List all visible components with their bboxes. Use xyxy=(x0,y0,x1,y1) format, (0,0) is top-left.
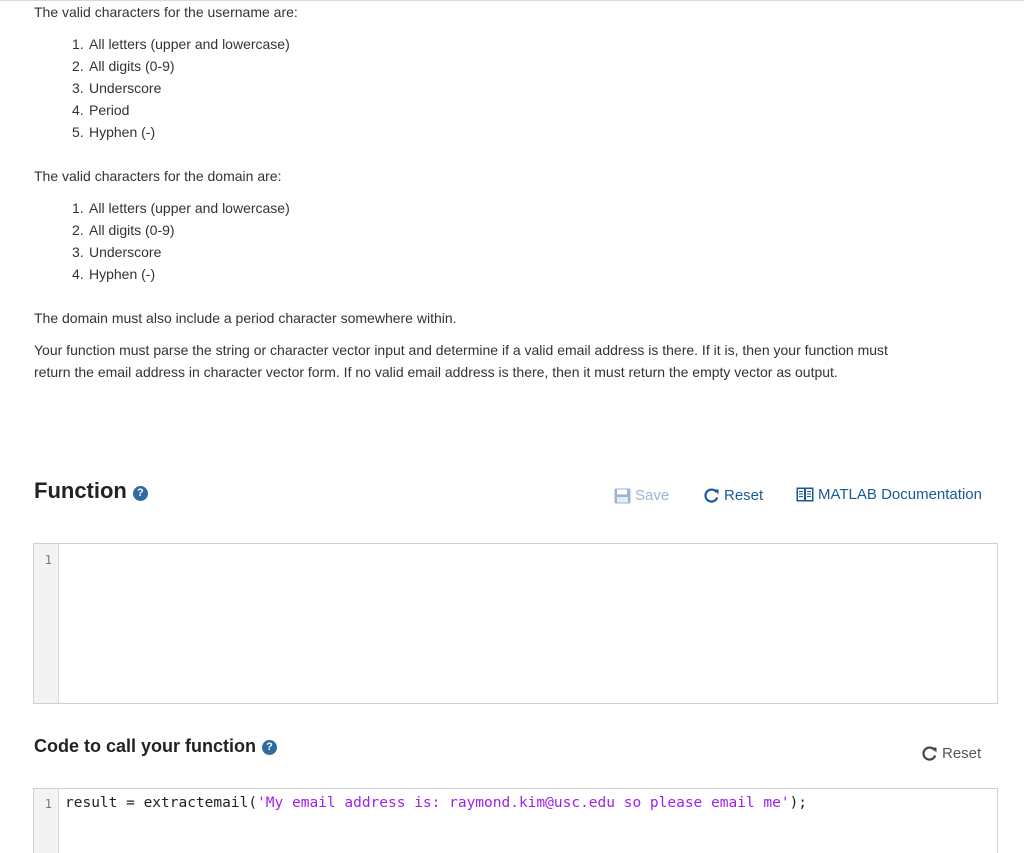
save-button[interactable]: Save xyxy=(614,487,669,504)
list-item: 3. Underscore xyxy=(72,80,162,96)
code-token: ); xyxy=(789,795,808,811)
editor-gutter: 1 xyxy=(34,789,59,853)
list-item: 3. Underscore xyxy=(72,244,162,260)
line-number: 1 xyxy=(44,553,52,567)
reset-label: Reset xyxy=(942,745,982,762)
username-heading: The valid characters for the username ar… xyxy=(34,4,298,20)
book-icon xyxy=(796,487,814,502)
problem-page: The valid characters for the username ar… xyxy=(0,0,1024,853)
save-label: Save xyxy=(635,487,670,504)
question-circle-icon[interactable]: ? xyxy=(132,486,148,501)
reset-icon xyxy=(704,488,719,503)
function-title-row: Function? xyxy=(34,478,148,504)
list-item: 1. All letters (upper and lowercase) xyxy=(72,36,290,52)
list-item: 1. All letters (upper and lowercase) xyxy=(72,200,290,216)
function-title: Function xyxy=(34,478,127,503)
call-title-row: Code to call your function? xyxy=(34,736,278,757)
code-string-token: 'My email address is: raymond.kim@usc.ed… xyxy=(257,795,790,811)
call-code-line[interactable]: result = extractemail('My email address … xyxy=(65,795,807,811)
reset-label: Reset xyxy=(724,487,764,504)
question-circle-icon[interactable]: ? xyxy=(262,740,278,755)
function-reset-button[interactable]: Reset xyxy=(703,487,763,504)
list-item: 4. Period xyxy=(72,102,130,118)
line-number: 1 xyxy=(44,797,52,811)
list-item: 2. All digits (0-9) xyxy=(72,58,175,74)
function-code-editor[interactable]: 1 xyxy=(33,543,998,704)
description-line-2: return the email address in character ve… xyxy=(34,364,838,380)
list-item: 5. Hyphen (-) xyxy=(72,124,156,140)
domain-heading: The valid characters for the domain are: xyxy=(34,168,282,184)
call-code-editor[interactable]: 1 result = extractemail('My email addres… xyxy=(33,788,998,853)
domain-note: The domain must also include a period ch… xyxy=(34,310,457,326)
list-item: 4. Hyphen (-) xyxy=(72,266,156,282)
code-token: result = extractemail( xyxy=(65,795,258,811)
floppy-disk-icon xyxy=(614,488,631,503)
username-list: 1. All letters (upper and lowercase) 2. Al… xyxy=(72,33,290,143)
matlab-documentation-link[interactable]: MATLAB Documentation xyxy=(796,486,982,503)
call-title: Code to call your function xyxy=(34,736,257,756)
list-item: 2. All digits (0-9) xyxy=(72,222,175,238)
domain-list: 1. All letters (upper and lowercase) 2. Al… xyxy=(72,197,290,285)
description-line-1: Your function must parse the string or c… xyxy=(34,342,888,358)
documentation-label: MATLAB Documentation xyxy=(818,486,982,503)
editor-gutter: 1 xyxy=(34,544,59,703)
reset-icon xyxy=(922,746,937,761)
call-reset-button[interactable]: Reset xyxy=(921,745,981,762)
